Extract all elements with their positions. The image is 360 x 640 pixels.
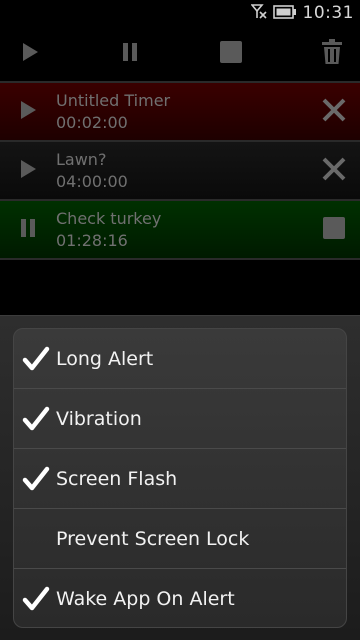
timer-row-lawn[interactable]: Lawn? 04:00:00 — [0, 142, 360, 199]
battery-icon — [272, 4, 297, 23]
play-timer-button[interactable] — [0, 142, 56, 199]
menu-item-label: Vibration — [56, 408, 142, 430]
stop-timer-button[interactable] — [314, 201, 354, 258]
timer-name: Untitled Timer — [56, 91, 171, 110]
menu-item-long-alert[interactable]: Long Alert — [14, 329, 346, 389]
menu-item-prevent-screen-lock[interactable]: Prevent Screen Lock — [14, 509, 346, 569]
checkmark-icon — [22, 345, 50, 373]
timer-row-untitled[interactable]: Untitled Timer 00:02:00 — [0, 83, 360, 140]
play-timer-button[interactable] — [0, 83, 56, 140]
status-time: 10:31 — [302, 3, 354, 23]
remove-timer-button[interactable] — [314, 83, 354, 140]
pause-icon — [18, 217, 38, 243]
menu-item-label: Long Alert — [56, 348, 154, 370]
menu-item-wake-app-on-alert[interactable]: Wake App On Alert — [14, 569, 346, 627]
checkmark-icon — [22, 465, 50, 493]
menu-item-label: Screen Flash — [56, 468, 178, 490]
stop-icon — [322, 216, 346, 244]
no-signal-icon — [249, 3, 267, 23]
menu-item-vibration[interactable]: Vibration — [14, 389, 346, 449]
pause-all-icon — [120, 41, 140, 67]
timer-time: 01:28:16 — [56, 231, 128, 250]
menu-item-label: Wake App On Alert — [56, 588, 235, 610]
remove-timer-button[interactable] — [314, 142, 354, 199]
timer-time: 04:00:00 — [56, 172, 128, 191]
pause-all-button[interactable] — [100, 26, 160, 82]
pause-timer-button[interactable] — [0, 201, 56, 258]
toolbar — [0, 26, 360, 82]
close-icon — [321, 156, 347, 186]
play-icon — [18, 158, 38, 184]
timer-time: 00:02:00 — [56, 113, 128, 132]
timer-name: Lawn? — [56, 150, 107, 169]
play-all-button[interactable] — [0, 26, 60, 82]
close-icon — [321, 97, 347, 127]
delete-button[interactable] — [302, 26, 360, 82]
checkmark-icon — [22, 585, 50, 613]
timer-row-check-turkey[interactable]: Check turkey 01:28:16 — [0, 201, 360, 258]
stop-all-button[interactable] — [201, 26, 261, 82]
menu-item-screen-flash[interactable]: Screen Flash — [14, 449, 346, 509]
options-menu: Long Alert Vibration Screen Flash Preven… — [0, 315, 360, 640]
row-divider — [0, 258, 360, 260]
stop-all-icon — [219, 40, 243, 68]
menu-item-label: Prevent Screen Lock — [56, 528, 250, 550]
delete-icon — [321, 39, 343, 69]
timer-name: Check turkey — [56, 209, 162, 228]
status-bar: 10:31 — [0, 0, 360, 26]
options-menu-panel: Long Alert Vibration Screen Flash Preven… — [13, 328, 347, 628]
checkmark-icon — [22, 405, 50, 433]
play-all-icon — [20, 41, 40, 67]
play-icon — [18, 99, 38, 125]
